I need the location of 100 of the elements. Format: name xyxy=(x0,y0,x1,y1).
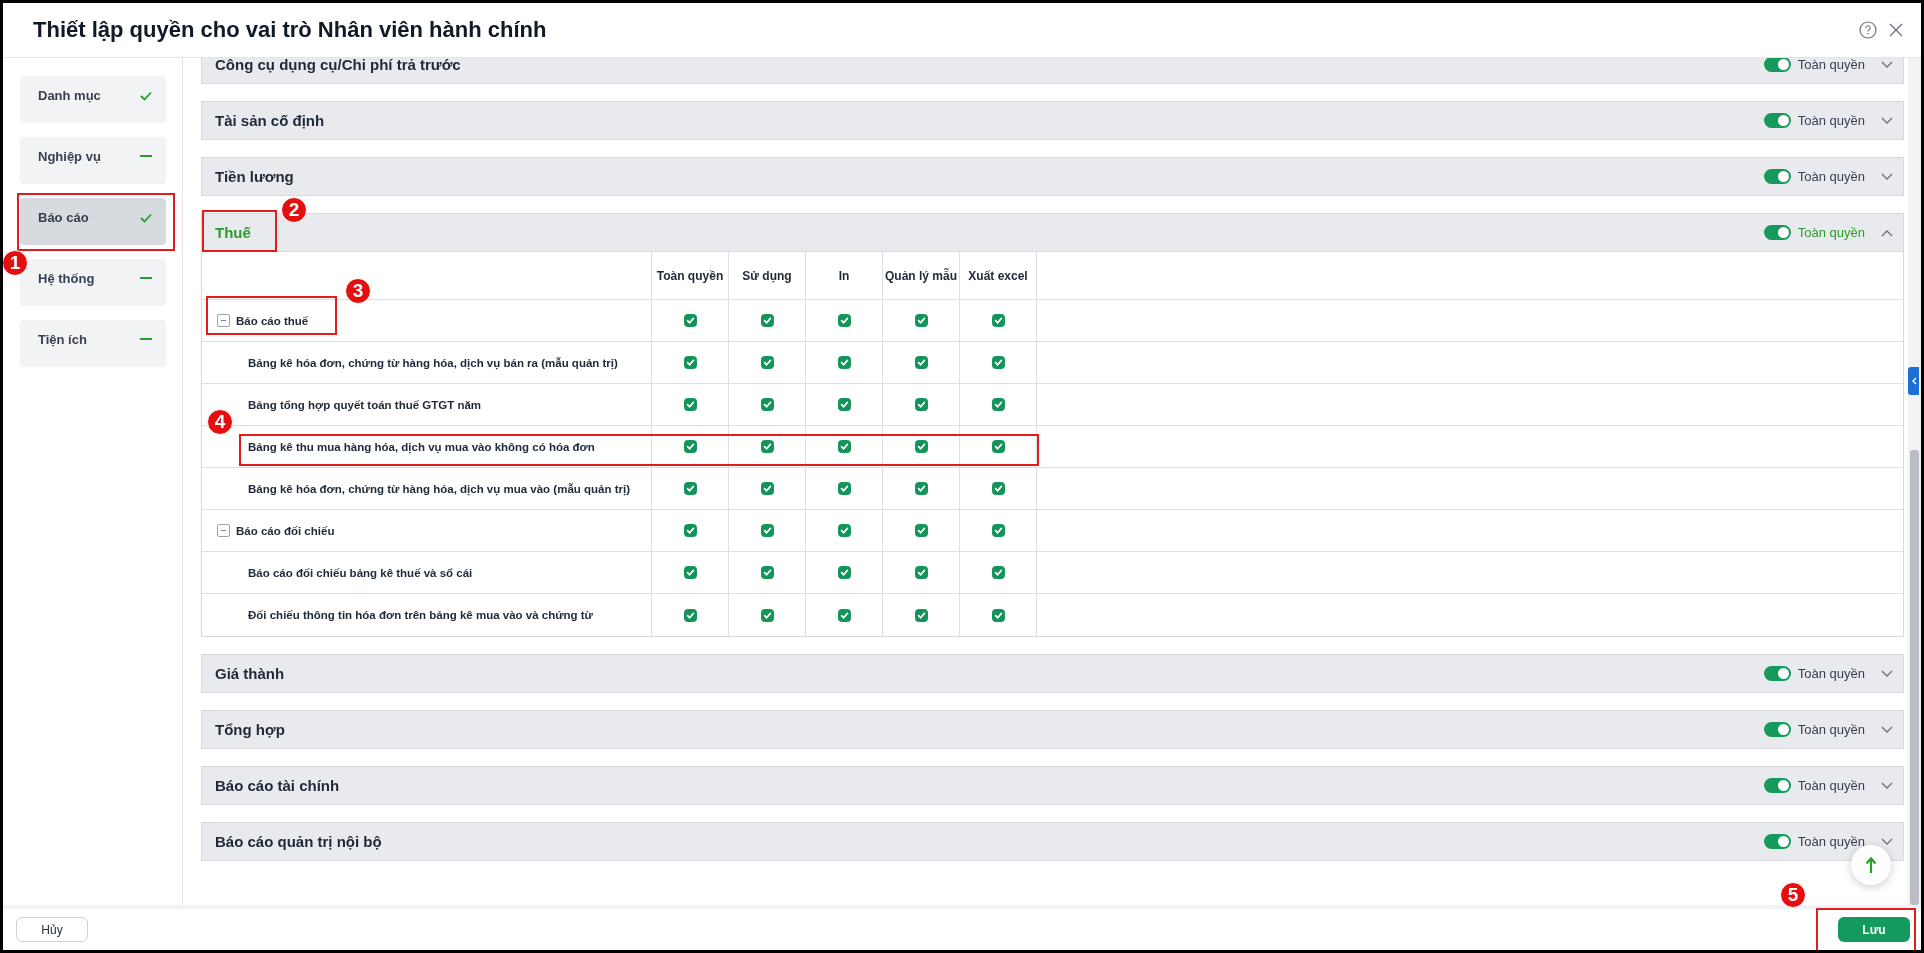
section-header[interactable]: Báo cáo quản trị nội bộ Toàn quyền xyxy=(201,822,1904,861)
step-number: 3 xyxy=(345,278,371,304)
checkbox[interactable] xyxy=(837,524,851,537)
section-title: Giá thành xyxy=(215,665,286,682)
column-header: In xyxy=(837,268,851,283)
checkbox[interactable] xyxy=(760,398,774,411)
checkbox[interactable] xyxy=(683,566,697,579)
permission-label: Bảng kê hóa đơn, chứng từ hàng hóa, dịch vụ mua vào (mẫu quản trị) xyxy=(248,482,630,495)
chevron-icon xyxy=(1881,172,1893,181)
chevron-icon xyxy=(1881,60,1893,69)
permission-label: Báo cáo thuế xyxy=(236,314,309,327)
checkbox[interactable] xyxy=(683,440,697,453)
cancel-button[interactable]: Hủy xyxy=(16,917,88,942)
checkbox[interactable] xyxy=(914,482,928,495)
checkbox[interactable] xyxy=(914,314,928,327)
checkbox[interactable] xyxy=(837,398,851,411)
toggle-label: Toàn quyền xyxy=(1797,778,1865,793)
toggle-label: Toàn quyền xyxy=(1797,58,1865,72)
section-title: Tổng hợp xyxy=(215,721,286,738)
toggle-switch[interactable] xyxy=(1763,722,1791,737)
toggle-label: Toàn quyền xyxy=(1797,666,1865,681)
collapse-tab[interactable] xyxy=(1908,367,1919,395)
toggle-label: Toàn quyền xyxy=(1797,722,1865,737)
section-header[interactable]: Báo cáo tài chính Toàn quyền xyxy=(201,766,1904,805)
chevron-icon xyxy=(1881,228,1893,237)
checkbox[interactable] xyxy=(914,608,928,622)
checkbox[interactable] xyxy=(683,524,697,537)
checkbox[interactable] xyxy=(991,608,1005,622)
step-number: 1 xyxy=(3,250,28,276)
checkbox[interactable] xyxy=(991,440,1005,453)
toggle-switch[interactable] xyxy=(1763,113,1791,128)
section-title: Tài sản cố định xyxy=(215,112,326,129)
sidebar-item[interactable]: Hệ thống xyxy=(20,259,166,306)
permission-label: Báo cáo đối chiếu bảng kê thuế và sổ cái xyxy=(248,566,473,579)
checkbox[interactable] xyxy=(914,356,928,369)
collapse-icon[interactable] xyxy=(217,524,230,537)
checkbox[interactable] xyxy=(991,398,1005,411)
toggle-switch[interactable] xyxy=(1763,58,1791,72)
section-header[interactable]: Tiền lương Toàn quyền xyxy=(201,157,1904,196)
checkbox[interactable] xyxy=(837,566,851,579)
toggle-switch[interactable] xyxy=(1763,169,1791,184)
checkbox[interactable] xyxy=(837,440,851,453)
checkbox[interactable] xyxy=(760,356,774,369)
section-header[interactable]: Tài sản cố định Toàn quyền xyxy=(201,101,1904,140)
checkbox[interactable] xyxy=(914,566,928,579)
toggle-label: Toàn quyền xyxy=(1797,169,1865,184)
column-header: Sử dụng xyxy=(741,268,793,283)
checkbox[interactable] xyxy=(760,482,774,495)
permission-label: Bảng kê hóa đơn, chứng từ hàng hóa, dịch vụ bán ra (mẫu quản trị) xyxy=(248,356,618,369)
scrollbar-thumb[interactable] xyxy=(1910,450,1919,905)
checkbox[interactable] xyxy=(760,524,774,537)
checkbox[interactable] xyxy=(683,482,697,495)
checkbox[interactable] xyxy=(683,314,697,327)
help-icon[interactable] xyxy=(1857,19,1879,41)
section-title: Báo cáo tài chính xyxy=(215,777,341,794)
section-title: Tiền lương xyxy=(215,168,295,185)
checkbox[interactable] xyxy=(914,398,928,411)
toggle-switch[interactable] xyxy=(1763,666,1791,681)
checkbox[interactable] xyxy=(991,356,1005,369)
checkbox[interactable] xyxy=(914,440,928,453)
toggle-label: Toàn quyền xyxy=(1797,225,1865,240)
checkbox[interactable] xyxy=(683,356,697,369)
chevron-icon xyxy=(1881,669,1893,678)
collapse-icon[interactable] xyxy=(217,314,230,327)
checkbox[interactable] xyxy=(760,608,774,622)
sidebar-item[interactable]: Báo cáo xyxy=(20,198,166,245)
section-header[interactable]: Giá thành Toàn quyền xyxy=(201,654,1904,693)
chevron-icon xyxy=(1881,837,1893,846)
chevron-left-icon xyxy=(1910,377,1917,385)
permission-label: Báo cáo đối chiếu xyxy=(236,524,335,537)
toggle-label: Toàn quyền xyxy=(1797,113,1865,128)
section-header[interactable]: Tổng hợp Toàn quyền xyxy=(201,710,1904,749)
checkbox[interactable] xyxy=(914,524,928,537)
toggle-switch[interactable] xyxy=(1763,834,1791,849)
checkbox[interactable] xyxy=(683,398,697,411)
section-title: Báo cáo quản trị nội bộ xyxy=(215,833,383,850)
checkbox[interactable] xyxy=(760,314,774,327)
save-button[interactable]: Lưu xyxy=(1838,917,1910,942)
toggle-switch[interactable] xyxy=(1763,225,1791,240)
checkbox[interactable] xyxy=(837,608,851,622)
checkbox[interactable] xyxy=(837,314,851,327)
checkbox[interactable] xyxy=(760,440,774,453)
section-header[interactable]: Công cụ dụng cụ/Chi phí trả trước Toàn quyền xyxy=(201,58,1904,84)
permission-label: Bảng kê thu mua hàng hóa, dịch vụ mua vào không có hóa đơn xyxy=(248,440,595,453)
checkbox[interactable] xyxy=(760,566,774,579)
toggle-switch[interactable] xyxy=(1763,778,1791,793)
sidebar-item[interactable]: Tiện ích xyxy=(20,320,166,367)
column-header: Quản lý mẫu xyxy=(884,268,958,283)
sidebar-item[interactable]: Nghiệp vụ xyxy=(20,137,166,184)
checkbox[interactable] xyxy=(683,608,697,622)
checkbox[interactable] xyxy=(991,566,1005,579)
checkbox[interactable] xyxy=(837,356,851,369)
step-number: 4 xyxy=(207,409,233,435)
column-header: Xuất excel xyxy=(967,268,1029,283)
checkbox[interactable] xyxy=(991,524,1005,537)
sidebar-item[interactable]: Danh mục xyxy=(20,76,166,123)
section-title: Thuế xyxy=(215,224,252,241)
checkbox[interactable] xyxy=(837,482,851,495)
checkbox[interactable] xyxy=(991,482,1005,495)
checkbox[interactable] xyxy=(991,314,1005,327)
